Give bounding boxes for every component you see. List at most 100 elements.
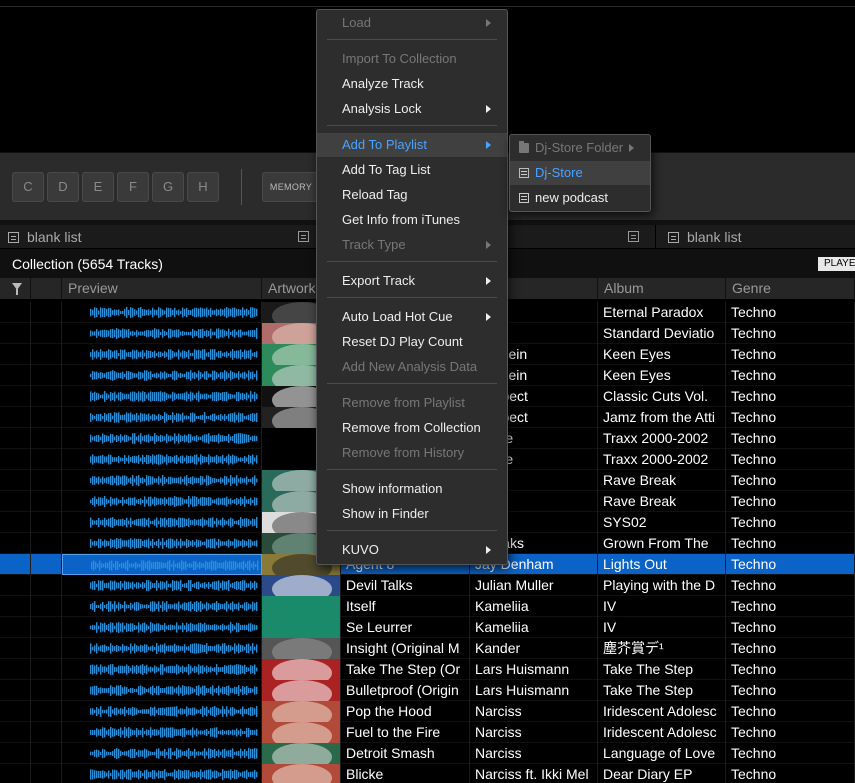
row-checkbox-cell[interactable] <box>0 554 31 575</box>
menu-item-add-to-playlist[interactable]: Add To Playlist <box>317 133 507 157</box>
row-checkbox-cell[interactable] <box>0 596 31 617</box>
row-checkbox-cell[interactable] <box>0 386 31 407</box>
genre-cell: Techno <box>726 470 855 491</box>
preview-cell[interactable] <box>62 596 262 617</box>
menu-item-import-to-collection: Import To Collection <box>317 47 507 71</box>
preview-cell[interactable] <box>62 470 262 491</box>
row-checkbox-cell[interactable] <box>0 302 31 323</box>
preview-column-header[interactable]: Preview <box>62 278 262 300</box>
preview-cell[interactable] <box>62 344 262 365</box>
row-checkbox-cell[interactable] <box>0 407 31 428</box>
preview-cell[interactable] <box>62 764 262 783</box>
menu-item-remove-from-collection[interactable]: Remove from Collection <box>317 416 507 440</box>
preview-cell[interactable] <box>62 407 262 428</box>
table-row[interactable]: Fuel to the Fire Narciss Iridescent Adoles… <box>0 722 855 743</box>
row-checkbox-cell[interactable] <box>0 512 31 533</box>
preview-cell[interactable] <box>62 323 262 344</box>
preview-cell[interactable] <box>62 365 262 386</box>
hotcue-h-button[interactable]: H <box>187 172 219 202</box>
waveform-preview <box>90 328 258 339</box>
menu-item-analysis-lock[interactable]: Analysis Lock <box>317 97 507 121</box>
menu-item-add-to-tag-list[interactable]: Add To Tag List <box>317 158 507 182</box>
menu-item-reload-tag[interactable]: Reload Tag <box>317 183 507 207</box>
menu-item-get-info-from-itunes[interactable]: Get Info from iTunes <box>317 208 507 232</box>
preview-cell[interactable] <box>62 659 262 680</box>
preview-cell[interactable] <box>62 743 262 764</box>
row-checkbox-cell[interactable] <box>0 701 31 722</box>
tab-blank-list-right[interactable]: blank list <box>668 225 741 249</box>
preview-cell[interactable] <box>62 428 262 449</box>
genre-cell: Techno <box>726 722 855 743</box>
menu-item-export-track[interactable]: Export Track <box>317 269 507 293</box>
genre-cell: Techno <box>726 575 855 596</box>
table-row[interactable]: Pop the Hood Narciss Iridescent Adolesc Tec… <box>0 701 855 722</box>
table-row[interactable]: Insight (Original M Kander 塵芥賞デ¹ Techno <box>0 638 855 659</box>
row-checkbox-cell[interactable] <box>0 323 31 344</box>
hotcue-d-button[interactable]: D <box>47 172 79 202</box>
preview-cell[interactable] <box>62 638 262 659</box>
preview-cell[interactable] <box>62 722 262 743</box>
table-row[interactable]: Devil Talks Julian Muller Playing with the… <box>0 575 855 596</box>
preview-cell[interactable] <box>62 701 262 722</box>
table-row[interactable]: Take The Step (Or Lars Huismann Take The S… <box>0 659 855 680</box>
menu-item-show-information[interactable]: Show information <box>317 477 507 501</box>
preview-cell[interactable] <box>62 302 262 323</box>
menu-item-analyze-track[interactable]: Analyze Track <box>317 72 507 96</box>
preview-cell[interactable] <box>62 491 262 512</box>
waveform-preview <box>90 517 258 528</box>
tab-blank-list-left[interactable]: blank list <box>8 225 81 249</box>
add-to-playlist-submenu: Dj-Store Folder Dj-Store new podcast <box>509 134 651 212</box>
menu-item-label: Analyze Track <box>342 76 424 91</box>
row-checkbox-cell[interactable] <box>0 722 31 743</box>
preview-cell[interactable] <box>62 512 262 533</box>
menu-item-kuvo[interactable]: KUVO <box>317 538 507 562</box>
preview-cell[interactable] <box>62 554 262 575</box>
row-checkbox-cell[interactable] <box>0 743 31 764</box>
menu-item-auto-load-hot-cue[interactable]: Auto Load Hot Cue <box>317 305 507 329</box>
table-row[interactable]: Blicke Narciss ft. Ikki Mel Dear Diary EP T… <box>0 764 855 783</box>
row-checkbox-cell[interactable] <box>0 533 31 554</box>
preview-cell[interactable] <box>62 680 262 701</box>
row-checkbox-cell[interactable] <box>0 680 31 701</box>
row-checkbox-cell[interactable] <box>0 659 31 680</box>
table-row[interactable]: Detroit Smash Narciss Language of Love Tech… <box>0 743 855 764</box>
submenu-item-dj-store[interactable]: Dj-Store <box>510 161 650 185</box>
preview-cell[interactable] <box>62 386 262 407</box>
table-row[interactable]: Se Leurrer Kameliia IV Techno <box>0 617 855 638</box>
row-status-cell <box>31 533 62 554</box>
row-checkbox-cell[interactable] <box>0 491 31 512</box>
chevron-right-icon <box>486 313 491 321</box>
preview-cell[interactable] <box>62 533 262 554</box>
hotcue-f-button[interactable]: F <box>117 172 149 202</box>
submenu-item-new-podcast[interactable]: new podcast <box>510 186 650 210</box>
tab-options-icon[interactable] <box>298 231 309 242</box>
menu-item-show-in-finder[interactable]: Show in Finder <box>317 502 507 526</box>
row-checkbox-cell[interactable] <box>0 575 31 596</box>
memory-button[interactable]: MEMORY <box>262 172 320 202</box>
row-checkbox-cell[interactable] <box>0 365 31 386</box>
hotcue-e-button[interactable]: E <box>82 172 114 202</box>
tab-options-icon[interactable] <box>628 231 639 242</box>
genre-cell: Techno <box>726 638 855 659</box>
hotcue-c-button[interactable]: C <box>12 172 44 202</box>
row-checkbox-cell[interactable] <box>0 449 31 470</box>
row-checkbox-cell[interactable] <box>0 764 31 783</box>
preview-cell[interactable] <box>62 575 262 596</box>
player-badge[interactable]: PLAYE <box>818 257 855 271</box>
table-row[interactable]: Itself Kameliia IV Techno <box>0 596 855 617</box>
preview-cell[interactable] <box>62 449 262 470</box>
table-row[interactable]: Bulletproof (Origin Lars Huismann Take The… <box>0 680 855 701</box>
row-checkbox-cell[interactable] <box>0 470 31 491</box>
menu-item-reset-dj-play-count[interactable]: Reset DJ Play Count <box>317 330 507 354</box>
preview-cell[interactable] <box>62 617 262 638</box>
row-checkbox-cell[interactable] <box>0 428 31 449</box>
genre-column-header[interactable]: Genre <box>726 278 855 300</box>
row-checkbox-cell[interactable] <box>0 617 31 638</box>
blank-column-header[interactable] <box>31 278 62 300</box>
album-column-header[interactable]: Album <box>598 278 726 300</box>
artist-cell: Narciss ft. Ikki Mel <box>470 764 598 783</box>
filter-column-header[interactable] <box>0 278 31 300</box>
row-checkbox-cell[interactable] <box>0 638 31 659</box>
row-checkbox-cell[interactable] <box>0 344 31 365</box>
hotcue-g-button[interactable]: G <box>152 172 184 202</box>
